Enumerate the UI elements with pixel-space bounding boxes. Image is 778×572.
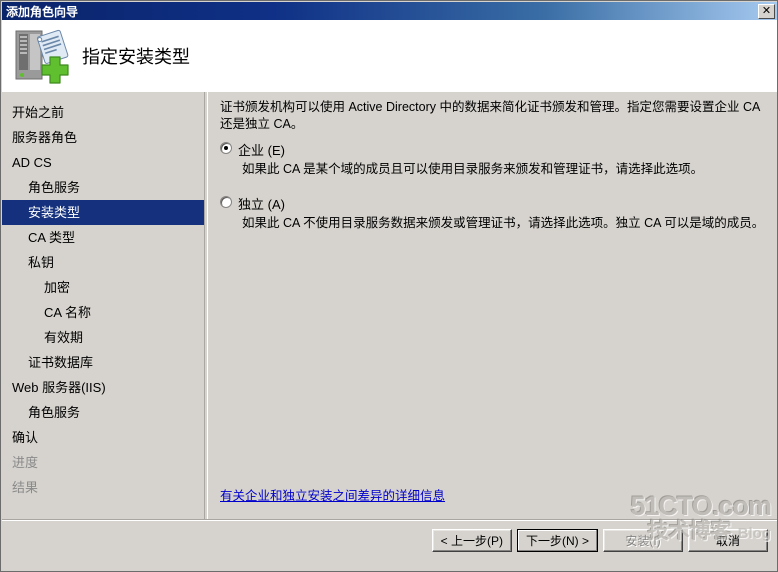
sidebar-item-14[interactable]: 进度 bbox=[2, 450, 204, 475]
more-info-link[interactable]: 有关企业和独立安装之间差异的详细信息 bbox=[220, 485, 445, 504]
setup-type-radio-group: 企业 (E) 如果此 CA 是某个域的成员且可以使用目录服务来颁发和管理证书，请选… bbox=[220, 140, 770, 248]
server-add-icon bbox=[15, 29, 69, 84]
radio-button-0[interactable] bbox=[220, 142, 232, 154]
wizard-footer: < 上一步(P) 下一步(N) > 安装(I) 取消 bbox=[2, 519, 777, 571]
option-row-0[interactable]: 企业 (E) bbox=[220, 140, 770, 159]
sidebar-nav-list: 开始之前 服务器角色 AD CS 角色服务 安装类型 CA 类型 私钥 加密 CA 名称 有效期证… bbox=[2, 92, 204, 500]
footer-button-0[interactable]: < 上一步(P) bbox=[431, 529, 512, 552]
page-title: 指定安装类型 bbox=[82, 47, 190, 67]
option-label-0: 企业 (E) bbox=[238, 143, 285, 158]
wizard-header: 指定安装类型 bbox=[2, 20, 777, 92]
footer-button-3[interactable]: 取消 bbox=[688, 529, 768, 552]
sidebar-item-4[interactable]: 安装类型 bbox=[2, 200, 204, 225]
sidebar-item-12[interactable]: 角色服务 bbox=[2, 400, 204, 425]
footer-divider bbox=[2, 519, 777, 520]
title-bar: 添加角色向导 ✕ bbox=[2, 2, 777, 20]
sidebar-item-13[interactable]: 确认 bbox=[2, 425, 204, 450]
sidebar-item-2[interactable]: AD CS bbox=[2, 150, 204, 175]
option-label-1: 独立 (A) bbox=[238, 197, 285, 212]
sidebar-item-11[interactable]: Web 服务器(IIS) bbox=[2, 375, 204, 400]
sidebar-item-1[interactable]: 服务器角色 bbox=[2, 125, 204, 150]
window-title: 添加角色向导 bbox=[6, 4, 79, 19]
setup-type-option-0[interactable]: 企业 (E) 如果此 CA 是某个域的成员且可以使用目录服务来颁发和管理证书，请选… bbox=[220, 140, 770, 178]
close-icon[interactable]: ✕ bbox=[758, 3, 775, 19]
wizard-content: 证书颁发机构可以使用 Active Directory 中的数据来简化证书颁发和… bbox=[207, 92, 777, 571]
wizard-body: 开始之前 服务器角色 AD CS 角色服务 安装类型 CA 类型 私钥 加密 CA 名称 有效期证… bbox=[2, 92, 777, 571]
intro-text: 证书颁发机构可以使用 Active Directory 中的数据来简化证书颁发和… bbox=[220, 100, 760, 131]
sidebar-item-3[interactable]: 角色服务 bbox=[2, 175, 204, 200]
option-description-0: 如果此 CA 是某个域的成员且可以使用目录服务来颁发和管理证书，请选择此选项。 bbox=[242, 162, 704, 176]
setup-type-option-1[interactable]: 独立 (A) 如果此 CA 不使用目录服务数据来颁发或管理证书，请选择此选项。独立… bbox=[220, 194, 770, 232]
option-description-1: 如果此 CA 不使用目录服务数据来颁发或管理证书，请选择此选项。独立 CA 可以… bbox=[242, 216, 765, 230]
sidebar-item-5[interactable]: CA 类型 bbox=[2, 225, 204, 250]
footer-button-row: < 上一步(P) 下一步(N) > 安装(I) 取消 bbox=[431, 529, 768, 552]
wizard-sidebar: 开始之前 服务器角色 AD CS 角色服务 安装类型 CA 类型 私钥 加密 CA 名称 有效期证… bbox=[2, 92, 205, 571]
sidebar-item-6[interactable]: 私钥 bbox=[2, 250, 204, 275]
sidebar-item-15[interactable]: 结果 bbox=[2, 475, 204, 500]
footer-button-2: 安装(I) bbox=[603, 529, 683, 552]
sidebar-item-9[interactable]: 有效期 bbox=[2, 325, 204, 350]
radio-button-1[interactable] bbox=[220, 196, 232, 208]
sidebar-item-8[interactable]: CA 名称 bbox=[2, 300, 204, 325]
option-row-1[interactable]: 独立 (A) bbox=[220, 194, 770, 213]
sidebar-item-7[interactable]: 加密 bbox=[2, 275, 204, 300]
add-roles-wizard-window: 添加角色向导 ✕ 指定安装类型 开始之前 服务器角色 AD CS 角色服务 安装… bbox=[0, 0, 778, 572]
sidebar-item-10[interactable]: 证书数据库 bbox=[2, 350, 204, 375]
sidebar-item-0[interactable]: 开始之前 bbox=[2, 100, 204, 125]
footer-button-1[interactable]: 下一步(N) > bbox=[516, 529, 598, 552]
